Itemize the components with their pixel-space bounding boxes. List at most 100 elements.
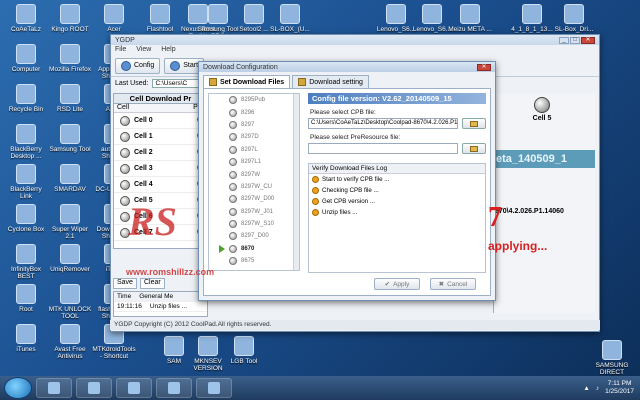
cell5-label: Cell 5 — [532, 115, 552, 122]
desktop-icon[interactable]: CoAeTaLz — [4, 4, 48, 33]
save-log-button[interactable]: Save — [113, 278, 137, 289]
taskbar-ie[interactable] — [36, 378, 72, 398]
config-version: Config file version: V2.62_20140509_15 — [308, 93, 486, 104]
app-icon — [60, 244, 80, 264]
platform-item[interactable]: 8670 — [209, 243, 299, 255]
desktop-icon[interactable]: SL-Box_Dri... — [552, 4, 596, 33]
taskbar-app[interactable] — [156, 378, 192, 398]
cell-row[interactable]: Cell 10. — [114, 129, 207, 145]
ygdp-titlebar[interactable]: YGDP _ □ ✕ — [111, 35, 599, 45]
verify-log-item: Start to verify CPB file ... — [309, 174, 485, 185]
desktop-icon[interactable]: Samsung Tool — [48, 124, 92, 153]
desktop-icon[interactable]: BlackBerry Desktop ... — [4, 124, 48, 160]
platform-item[interactable]: 8297D — [209, 131, 299, 143]
start-button[interactable] — [4, 377, 32, 399]
desktop-icon[interactable]: Mozilla Firefox — [48, 44, 92, 73]
menu-help[interactable]: Help — [161, 46, 175, 53]
cell-row[interactable]: Cell 40. — [114, 177, 207, 193]
platform-item[interactable]: 8297W_S10 — [209, 218, 299, 230]
platform-item[interactable]: 8297W — [209, 168, 299, 180]
media-player-icon — [128, 382, 140, 394]
app-icon — [16, 4, 36, 24]
platform-item[interactable]: 8297W_CU — [209, 181, 299, 193]
desktop-icon[interactable]: BlackBerry Link — [4, 164, 48, 200]
clock[interactable]: 7:11 PM 1/25/2017 — [605, 380, 634, 396]
maximize-button[interactable]: □ — [570, 37, 580, 44]
platform-item[interactable]: 8297L — [209, 144, 299, 156]
desktop-icon[interactable]: Recycle Bin — [4, 84, 48, 113]
platform-name: 8297W — [241, 171, 261, 178]
app-icon — [16, 164, 36, 184]
apply-button[interactable]: ✔ Apply — [374, 278, 420, 290]
cell-row[interactable]: Cell 20. — [114, 145, 207, 161]
desktop-icon[interactable]: iTunes — [4, 324, 48, 353]
platform-item[interactable]: 8297W_J01 — [209, 206, 299, 218]
desktop-icon-label: LGB Tool — [230, 358, 258, 365]
desktop-icon[interactable]: Avast Free Antivirus — [48, 324, 92, 360]
desktop-icon[interactable]: Kingo ROOT — [48, 4, 92, 33]
folder-open-icon — [470, 146, 478, 152]
desktop-icon[interactable]: 4_1_8_1_13... — [510, 4, 554, 33]
desktop-icon-label: Mozilla Firefox — [49, 66, 91, 73]
last-used-label: Last Used: — [115, 79, 149, 87]
browse-preresource-button[interactable] — [462, 143, 486, 154]
cancel-button[interactable]: ✖ Cancel — [430, 278, 476, 290]
version-banner: eta_140509_1 — [493, 150, 595, 168]
desktop-icon[interactable]: SL-BOX_(U... — [268, 4, 312, 33]
config-button[interactable]: Config — [115, 57, 161, 74]
desktop-icon[interactable]: Cyclone Box — [4, 204, 48, 233]
desktop-icon[interactable]: Acer — [92, 4, 136, 33]
cell-row[interactable]: Cell 30. — [114, 161, 207, 177]
close-button[interactable]: ✕ — [581, 37, 595, 44]
desktop-icon[interactable]: SMARDAV — [48, 164, 92, 193]
taskbar-explorer[interactable] — [76, 378, 112, 398]
app-icon — [104, 4, 124, 24]
platform-item[interactable]: 8295Pub — [209, 94, 299, 106]
tab-label: Download setting — [309, 78, 363, 86]
platform-item[interactable]: 8705 — [209, 267, 299, 270]
desktop-icon[interactable]: Super Wiper 2.1 — [48, 204, 92, 240]
browse-cpb-button[interactable] — [462, 118, 486, 129]
volume-icon[interactable]: ♪ — [596, 385, 599, 392]
desktop-icon[interactable]: Computer — [4, 44, 48, 73]
desktop-icon[interactable]: UniqRemover — [48, 244, 92, 273]
desktop-icon[interactable]: RSD Lite — [48, 84, 92, 113]
platform-item[interactable]: 8297W_D00 — [209, 193, 299, 205]
platform-scrollbar[interactable] — [293, 94, 299, 270]
platform-radio-icon — [229, 220, 237, 229]
cpb-file-field[interactable]: C:\Users\CoAeTaLz\Desktop\Coolpad-8670\4… — [308, 118, 458, 129]
desktop-icon[interactable]: SAMSUNG DIRECT — [590, 340, 634, 376]
preresource-file-field[interactable] — [308, 143, 458, 154]
dialog-titlebar[interactable]: Download Configuration ✕ — [199, 62, 495, 72]
desktop-icon[interactable]: MTK UNLOCK TOOL — [48, 284, 92, 320]
platform-list: 8295Pub 8296 8297 8297D 8297L 8297L1 8297W 8297… — [208, 93, 300, 271]
desktop-icon[interactable]: InfinityBox BEST — [4, 244, 48, 280]
platform-radio-icon — [229, 145, 237, 154]
tab-set-download-files[interactable]: Set Download Files — [203, 75, 291, 88]
platform-radio-icon — [229, 257, 237, 266]
taskbar-media[interactable] — [116, 378, 152, 398]
desktop-icon-label: BlackBerry Link — [10, 186, 42, 200]
app-icon — [60, 324, 80, 344]
clear-log-button[interactable]: Clear — [139, 278, 165, 289]
network-icon[interactable]: ▲ — [583, 385, 589, 392]
platform-item[interactable]: 8297L1 — [209, 156, 299, 168]
minimize-button[interactable]: _ — [559, 37, 569, 44]
log-table: Time General Me 19:11:16 Unzip files ... — [113, 291, 208, 317]
desktop-icon[interactable]: Root — [4, 284, 48, 313]
menu-view[interactable]: View — [136, 46, 151, 53]
cell-row[interactable]: Cell 00. — [114, 113, 207, 129]
tab-download-setting[interactable]: Download setting — [292, 75, 369, 88]
cell-status-icon — [120, 163, 130, 174]
menu-file[interactable]: File — [115, 46, 126, 53]
dialog-close-button[interactable]: ✕ — [477, 64, 491, 71]
desktop-icon[interactable]: LGB Tool — [222, 336, 266, 365]
platform-item[interactable]: 8297_D00 — [209, 230, 299, 242]
platform-name: 8296 — [241, 109, 255, 116]
platform-item[interactable]: 8296 — [209, 106, 299, 118]
taskbar-ygdp[interactable] — [196, 378, 232, 398]
platform-item[interactable]: 8675 — [209, 255, 299, 267]
desktop-icon-label: Acer — [107, 26, 121, 33]
desktop-icon[interactable]: Meizu META ... — [448, 4, 492, 33]
platform-item[interactable]: 8297 — [209, 119, 299, 131]
